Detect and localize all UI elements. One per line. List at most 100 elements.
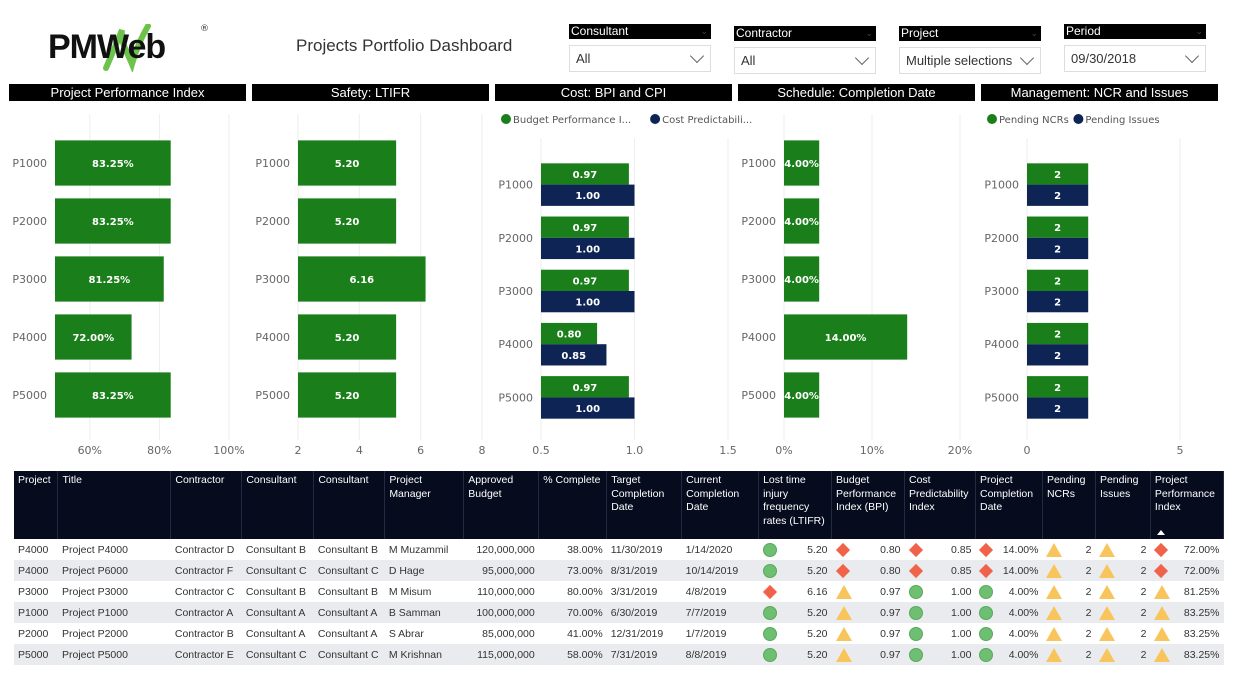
- bar-data-label: 0.97: [573, 223, 598, 234]
- column-header[interactable]: Budget Performance Index (BPI): [831, 471, 905, 539]
- cell-value: 5.20: [807, 543, 828, 556]
- green-circle-icon: [979, 647, 994, 662]
- table-row[interactable]: P4000 Project P4000 Contractor D Consultant…: [14, 539, 1224, 560]
- column-header[interactable]: % Complete: [538, 471, 608, 539]
- cell-consultant1: Consultant B: [245, 585, 306, 598]
- sort-ascending-icon[interactable]: [1156, 530, 1165, 535]
- cell-consultant2: Consultant A: [313, 602, 385, 623]
- column-header-label: Pending NCRs: [1046, 474, 1086, 500]
- column-header[interactable]: Project Manager: [384, 471, 465, 539]
- cell-project: P1000: [14, 602, 58, 623]
- table-row[interactable]: P3000 Project P3000 Contractor C Consultant…: [14, 581, 1224, 602]
- project-dropdown[interactable]: Multiple selections: [899, 47, 1041, 74]
- cell-project: P5000: [14, 644, 58, 665]
- column-header-label: Project Performance Index: [1154, 474, 1216, 513]
- x-tick-label: 100%: [213, 444, 244, 457]
- legend-label[interactable]: Pending Issues: [1085, 115, 1159, 126]
- cell-ltifr: 5.20: [759, 539, 832, 560]
- chevron-down-icon[interactable]: ⌄: [700, 24, 708, 39]
- column-header[interactable]: Pending NCRs: [1042, 471, 1096, 539]
- x-tick-label: 1.5: [719, 444, 737, 457]
- green-circle-icon: [908, 605, 923, 620]
- bar-data-label: 4.00%: [784, 391, 819, 402]
- bar-data-label: 5.20: [335, 333, 360, 344]
- chart-svg: 2 4 6 8 P1000 5.20 P2000 5.20 P3000 6.16 P4000 5.20…: [255, 114, 486, 457]
- column-header[interactable]: Consultant: [313, 471, 386, 539]
- cell-manager: S Abrar: [388, 627, 424, 640]
- y-category-label: P5000: [984, 391, 1019, 404]
- column-header[interactable]: Target Completion Date: [606, 471, 683, 539]
- cell-ppi: 83.25%: [1150, 602, 1224, 623]
- panel-header-ppi: Project Performance Index: [9, 84, 246, 101]
- cell-ppi: 72.00%: [1150, 560, 1224, 581]
- contractor-dropdown[interactable]: All: [734, 47, 876, 74]
- period-dropdown[interactable]: 09/30/2018: [1064, 45, 1206, 72]
- bar-data-label: 2: [1054, 170, 1061, 181]
- cell-ltifr: 5.20: [758, 644, 832, 665]
- consultant-dropdown[interactable]: All: [569, 45, 711, 72]
- cell-bpi: 0.80: [831, 560, 905, 581]
- cell-pcd: 4.00%: [975, 581, 1042, 602]
- column-header[interactable]: Current Completion Date: [681, 471, 760, 539]
- green-circle-icon: [908, 584, 923, 599]
- x-tick-label: 1.0: [626, 444, 644, 457]
- table-row[interactable]: P4000 Project P6000 Contractor F Consultant…: [14, 560, 1224, 581]
- column-header[interactable]: Project: [14, 471, 59, 539]
- legend-label[interactable]: Budget Performance I...: [513, 115, 631, 126]
- cell-value: 14.00%: [1002, 564, 1039, 577]
- x-tick-label: 10%: [860, 444, 884, 457]
- y-category-label: P4000: [255, 331, 290, 344]
- cell-value: 4.00%: [1008, 585, 1039, 598]
- cell-complete: 58.00%: [538, 644, 607, 665]
- bar-data-label: 1.00: [575, 191, 600, 202]
- cell-value: 5.20: [807, 627, 828, 640]
- slicer-contractor: Contractor ⌄ All: [734, 26, 876, 74]
- slicer-label: Contractor: [736, 26, 793, 40]
- column-header[interactable]: Lost time injury frequency rates (LTIFR): [758, 471, 833, 539]
- chart-svg: 0% 10% 20% P1000 4.00% P2000 4.00% P3000 4.00% P4…: [741, 114, 972, 457]
- table-row[interactable]: P5000 Project P5000 Contractor E Consultant…: [14, 644, 1224, 665]
- cell-value: 6.16: [807, 585, 828, 598]
- column-header[interactable]: Project Performance Index: [1150, 471, 1225, 539]
- schedule-chart: 0% 10% 20% P1000 4.00% P2000 4.00% P3000 4.00% P4…: [738, 104, 975, 464]
- cell-value: 2: [1140, 585, 1147, 598]
- cell-project: P3000: [18, 585, 49, 598]
- cell-title: Project P2000: [61, 627, 128, 640]
- column-header[interactable]: Title: [57, 471, 172, 539]
- amber-triangle-icon: [835, 647, 852, 662]
- amber-triangle-icon: [1046, 542, 1063, 557]
- table-row[interactable]: P2000 Project P2000 Contractor B Consultant…: [14, 623, 1224, 644]
- slicer-label: Project: [901, 26, 939, 40]
- y-category-label: P4000: [984, 338, 1019, 351]
- bar-data-label: 83.25%: [92, 217, 134, 228]
- column-header[interactable]: Project Completion Date: [975, 471, 1043, 539]
- legend-label[interactable]: Pending NCRs: [999, 115, 1069, 126]
- cell-complete: 38.00%: [567, 543, 603, 556]
- column-header[interactable]: Consultant: [241, 471, 315, 539]
- cell-bpi: 0.97: [831, 602, 905, 623]
- chevron-down-icon[interactable]: ⌄: [865, 26, 873, 41]
- chevron-down-icon[interactable]: ⌄: [1195, 24, 1203, 39]
- chart-svg: 60% 80% 100% P1000 83.25% P2000 83.25% P3000 81.…: [12, 114, 245, 457]
- green-circle-icon: [762, 605, 777, 620]
- bar-data-label: 5.20: [335, 159, 360, 170]
- chevron-down-icon[interactable]: ⌄: [1030, 26, 1038, 41]
- column-header[interactable]: Pending Issues: [1095, 471, 1151, 539]
- amber-triangle-icon: [1046, 647, 1063, 662]
- column-header[interactable]: Contractor: [170, 471, 243, 539]
- y-category-label: P5000: [12, 389, 47, 402]
- table-row[interactable]: P1000 Project P1000 Contractor A Consultant…: [14, 602, 1224, 623]
- column-header-label: Project: [18, 474, 51, 486]
- bar-data-label: 2: [1054, 223, 1061, 234]
- column-header[interactable]: Cost Predictability Index: [904, 471, 976, 539]
- projects-table: Project Title Contractor Consultant Consulta…: [14, 471, 1225, 665]
- cell-title: Project P6000: [57, 560, 171, 581]
- y-category-label: P5000: [498, 391, 533, 404]
- column-header[interactable]: Approved Budget: [463, 471, 540, 539]
- amber-triangle-icon: [1046, 584, 1063, 599]
- cell-value: 83.25%: [1183, 648, 1220, 661]
- x-tick-label: 4: [356, 444, 363, 457]
- slicer-value: Multiple selections: [906, 53, 1013, 68]
- cell-project: P2000: [18, 627, 49, 640]
- column-header-label: Consultant: [246, 474, 297, 486]
